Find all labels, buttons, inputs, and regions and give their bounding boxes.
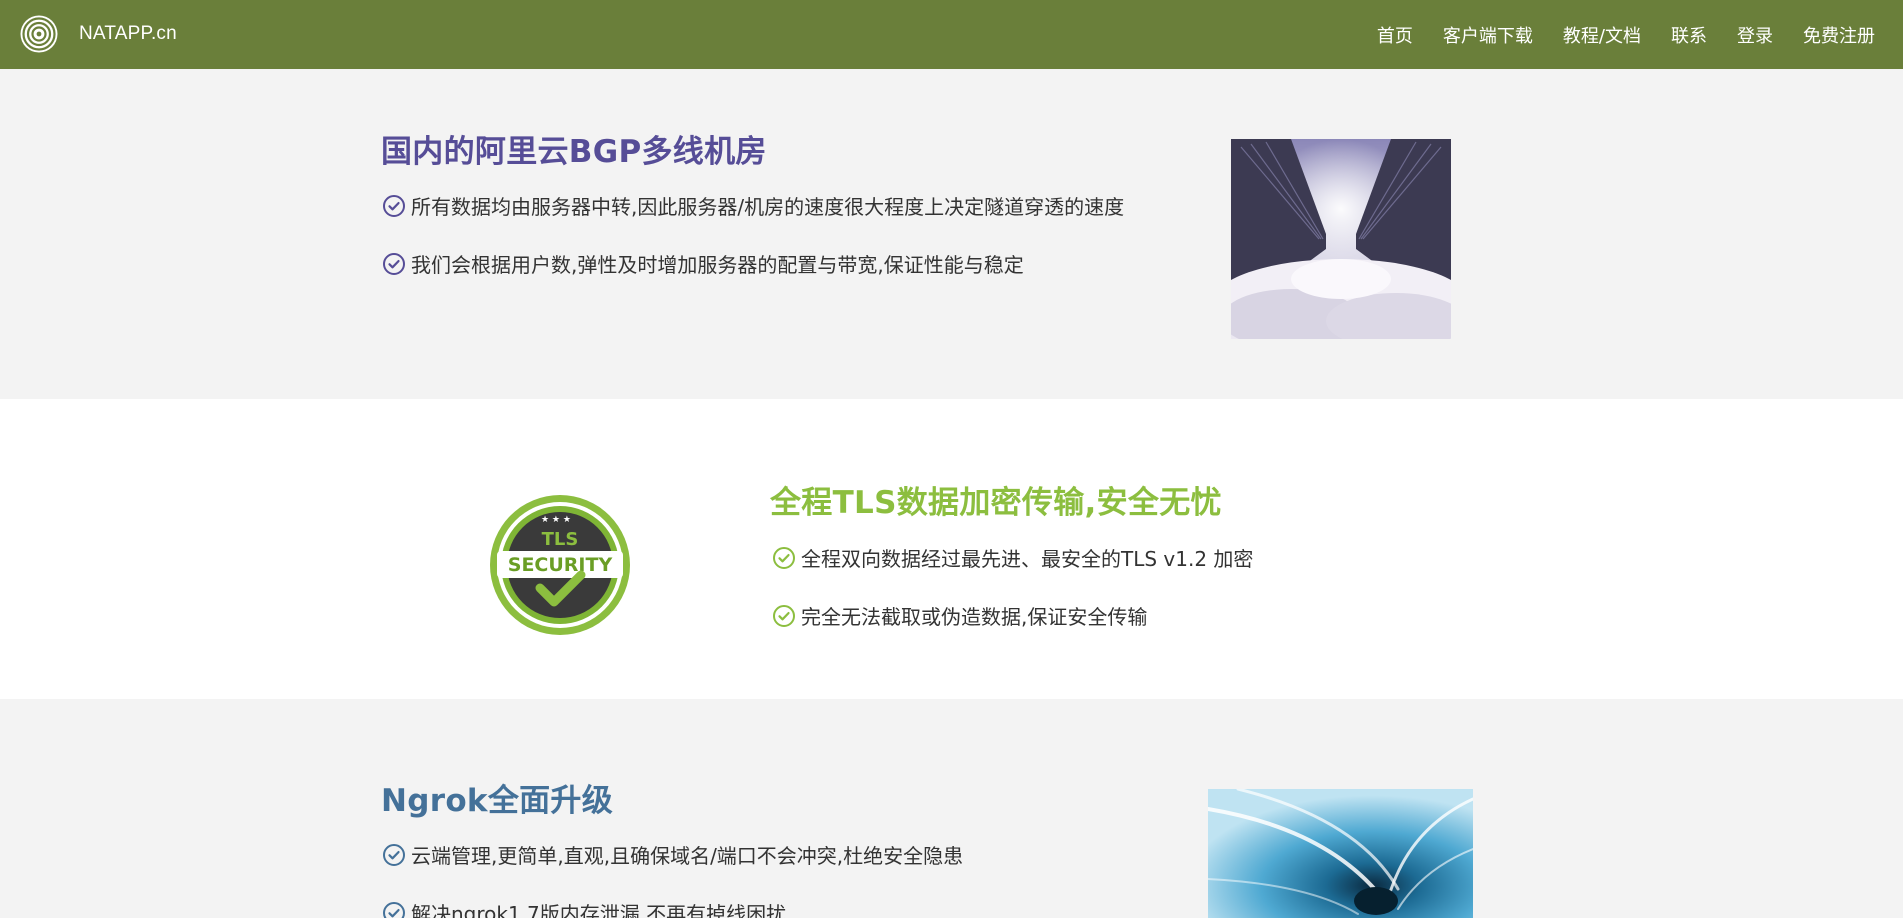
feature-item: 云端管理,更简单,直观,且确保域名/端口不会冲突,杜绝安全隐患 (382, 840, 963, 869)
feature-text: 我们会根据用户数,弹性及时增加服务器的配置与带宽,保证性能与稳定 (411, 253, 1024, 277)
brand-name: NATAPP.cn (79, 23, 177, 44)
svg-text:★ ★ ★: ★ ★ ★ (541, 515, 571, 525)
main-nav: 首页 客户端下载 教程/文档 联系 登录 免费注册 (1362, 0, 1875, 69)
brand-link[interactable]: NATAPP.cn (19, 14, 177, 54)
check-circle-icon (383, 252, 405, 275)
section-tls-title: 全程TLS数据加密传输,安全无忧 (770, 485, 1222, 521)
server-room-cloud-image (1231, 139, 1451, 339)
feature-item: 全程双向数据经过最先进、最安全的TLS v1.2 加密 (772, 543, 1253, 572)
nav-home[interactable]: 首页 (1362, 22, 1428, 48)
section-ngrok-title: Ngrok全面升级 (381, 783, 614, 819)
badge-top-text: TLS (542, 529, 579, 550)
section-bgp: 国内的阿里云BGP多线机房 所有数据均由服务器中转,因此服务器/机房的速度很大程… (0, 69, 1903, 399)
feature-item: 解决ngrok1.7版内存泄漏,不再有掉线困扰 (382, 898, 786, 918)
tls-security-badge-image: ★ ★ ★ TLS SECURITY (490, 495, 630, 635)
check-circle-icon (773, 546, 795, 569)
check-circle-icon (383, 901, 405, 918)
feature-text: 完全无法截取或伪造数据,保证安全传输 (801, 605, 1148, 629)
check-circle-icon (773, 604, 795, 627)
feature-item: 所有数据均由服务器中转,因此服务器/机房的速度很大程度上决定隧道穿透的速度 (382, 191, 1124, 220)
top-navbar: NATAPP.cn 首页 客户端下载 教程/文档 联系 登录 免费注册 (0, 0, 1903, 69)
nav-docs[interactable]: 教程/文档 (1548, 22, 1656, 48)
badge-main-text: SECURITY (508, 554, 613, 576)
nav-login[interactable]: 登录 (1722, 22, 1788, 48)
section-ngrok: Ngrok全面升级 云端管理,更简单,直观,且确保域名/端口不会冲突,杜绝安全隐… (0, 699, 1903, 918)
nav-client-download[interactable]: 客户端下载 (1428, 22, 1548, 48)
brand-logo-icon (20, 15, 58, 53)
check-circle-icon (383, 843, 405, 866)
feature-text: 云端管理,更简单,直观,且确保域名/端口不会冲突,杜绝安全隐患 (411, 844, 964, 868)
feature-item: 我们会根据用户数,弹性及时增加服务器的配置与带宽,保证性能与稳定 (382, 249, 1024, 278)
nav-contact[interactable]: 联系 (1656, 22, 1722, 48)
check-circle-icon (383, 194, 405, 217)
section-bgp-title: 国内的阿里云BGP多线机房 (381, 134, 767, 170)
section-tls: ★ ★ ★ TLS SECURITY 全程TLS数据加密传输,安全无忧 全程双向… (0, 399, 1903, 699)
feature-text: 所有数据均由服务器中转,因此服务器/机房的速度很大程度上决定隧道穿透的速度 (411, 195, 1125, 219)
speed-tunnel-image (1208, 789, 1473, 918)
nav-register[interactable]: 免费注册 (1788, 22, 1875, 48)
feature-text: 解决ngrok1.7版内存泄漏,不再有掉线困扰 (411, 902, 787, 918)
feature-text: 全程双向数据经过最先进、最安全的TLS v1.2 加密 (801, 547, 1254, 571)
feature-item: 完全无法截取或伪造数据,保证安全传输 (772, 601, 1147, 630)
